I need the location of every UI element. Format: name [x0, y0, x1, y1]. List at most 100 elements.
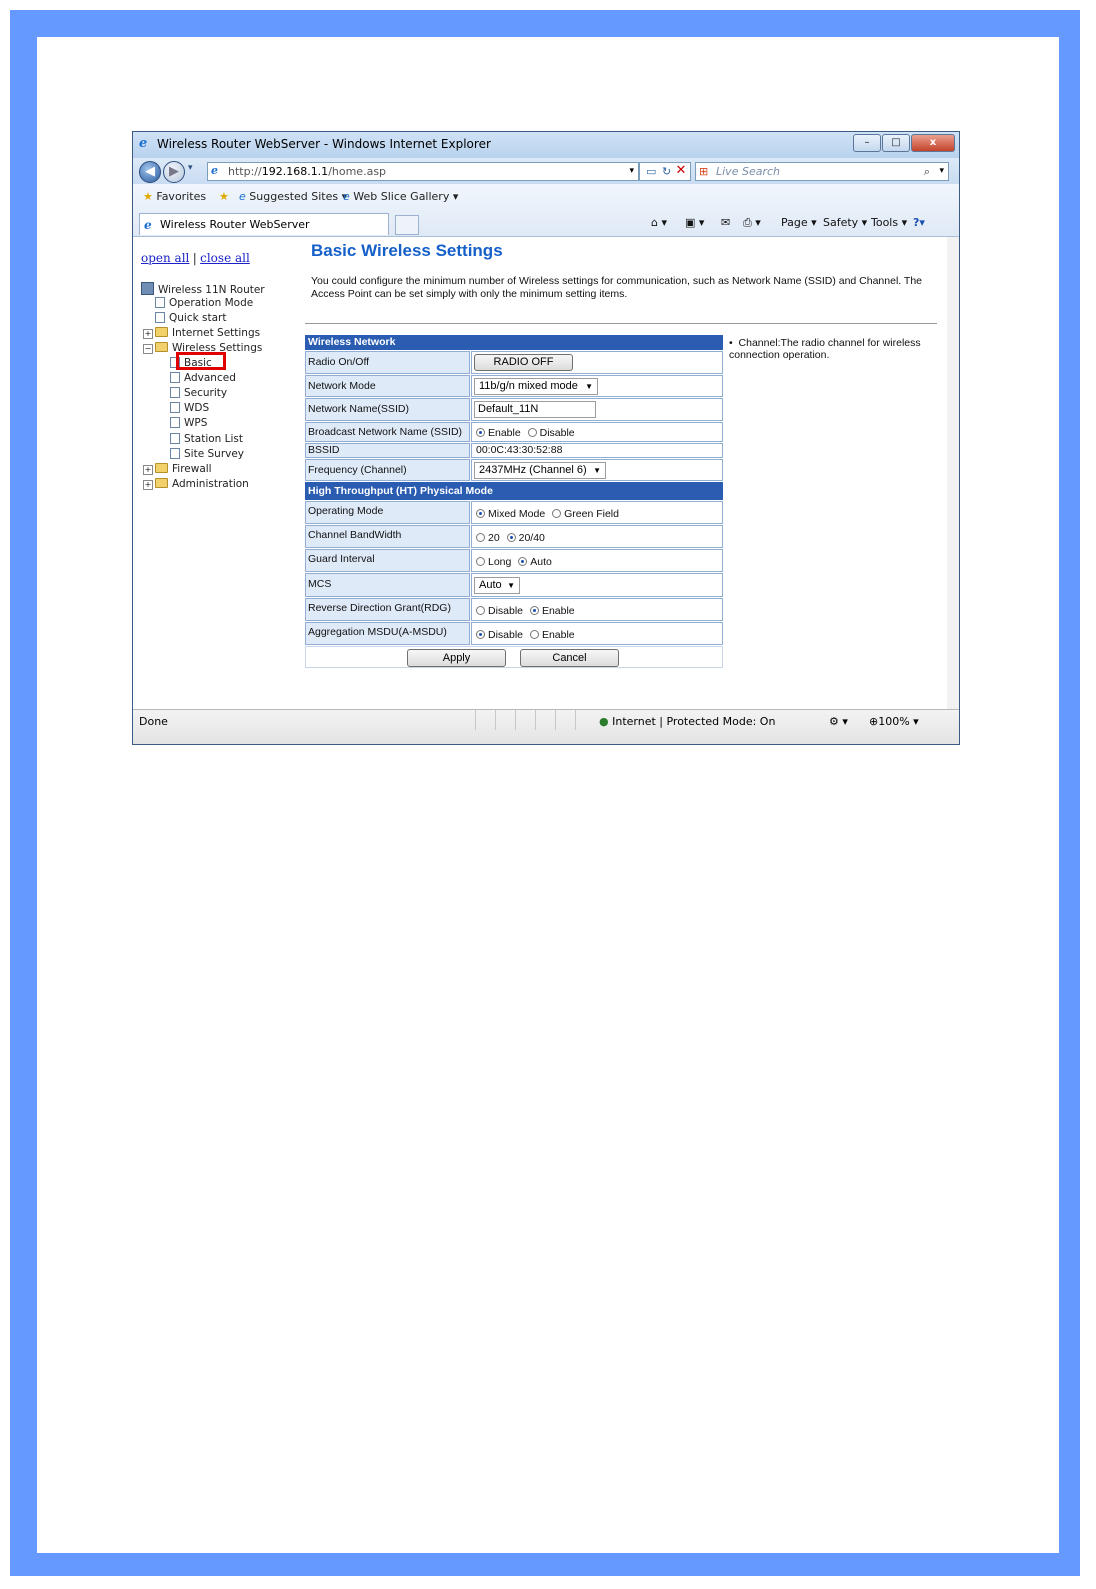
row-amsdu: Aggregation MSDU(A-MSDU) Disable Enable	[305, 622, 723, 645]
search-dropdown-icon[interactable]: ▾	[939, 163, 944, 180]
close-all-link[interactable]: close all	[200, 251, 250, 265]
tree-item-internet-settings[interactable]: + Internet Settings	[143, 327, 260, 340]
broadcast-label: Broadcast Network Name (SSID)	[305, 422, 470, 442]
compatibility-view-icon[interactable]: ▭	[646, 163, 656, 180]
tools-menu[interactable]: Tools ▾	[871, 216, 907, 229]
new-tab-button[interactable]	[395, 215, 419, 235]
expand-icon[interactable]: +	[143, 480, 153, 490]
network-mode-select[interactable]: 11b/g/n mixed mode ▼	[474, 378, 598, 395]
print-icon[interactable]: ⎙ ▾	[743, 216, 761, 230]
suggested-sites-button[interactable]: e Suggested Sites ▾	[239, 190, 347, 203]
frequency-select[interactable]: 2437MHz (Channel 6) ▼	[474, 462, 606, 479]
status-divider	[495, 710, 496, 730]
minimize-button[interactable]: –	[853, 134, 881, 152]
tree-item-administration[interactable]: + Administration	[143, 478, 249, 491]
expand-icon[interactable]: +	[143, 465, 153, 475]
zoom-level: 100%	[878, 715, 910, 728]
radio-off-button[interactable]: RADIO OFF	[474, 354, 573, 371]
protected-mode-icon[interactable]: ⚙ ▾	[829, 715, 848, 728]
maximize-button[interactable]: □	[882, 134, 910, 152]
opmode-mixed-radio[interactable]	[476, 509, 485, 518]
tree-item-wds[interactable]: WDS	[170, 402, 209, 415]
tree-item-quick-start[interactable]: Quick start	[155, 312, 226, 325]
cancel-button[interactable]: Cancel	[520, 649, 619, 667]
history-dropdown-icon[interactable]: ▾	[188, 163, 193, 173]
row-mcs: MCS Auto ▼	[305, 573, 723, 597]
tree-item-wps[interactable]: WPS	[170, 417, 207, 430]
mail-icon[interactable]: ✉	[721, 216, 730, 229]
tree-item-advanced[interactable]: Advanced	[170, 372, 236, 385]
collapse-icon[interactable]: −	[143, 344, 153, 354]
feeds-icon[interactable]: ▣ ▾	[685, 216, 704, 229]
zoom-control[interactable]: ⊕100% ▾	[869, 715, 919, 728]
help-menu[interactable]: ?▾	[913, 216, 925, 229]
mcs-select[interactable]: Auto ▼	[474, 577, 520, 594]
close-button[interactable]: x	[911, 134, 955, 152]
amsdu-enable-radio[interactable]	[529, 630, 539, 639]
gi-long-radio[interactable]	[476, 557, 485, 566]
bw-2040-radio[interactable]	[506, 533, 516, 542]
bullet-icon: •	[729, 337, 739, 349]
vertical-scrollbar[interactable]	[947, 237, 959, 709]
tree-item-firewall[interactable]: + Firewall	[143, 463, 212, 476]
window-title: Wireless Router WebServer - Windows Inte…	[157, 137, 491, 151]
back-button[interactable]: ◀	[139, 161, 161, 183]
bw-20-radio[interactable]	[476, 533, 485, 542]
chevron-down-icon: ▼	[585, 382, 593, 391]
tree-item-site-survey[interactable]: Site Survey	[170, 448, 244, 461]
row-frequency: Frequency (Channel) 2437MHz (Channel 6) ▼	[305, 459, 723, 481]
forward-button[interactable]: ▶	[163, 161, 185, 183]
tree-item-label: Operation Mode	[169, 297, 254, 309]
settings-table: Wireless Network Radio On/Off RADIO OFF …	[305, 335, 723, 668]
expand-icon[interactable]: +	[143, 329, 153, 339]
security-zone[interactable]: ● Internet | Protected Mode: On	[599, 715, 775, 728]
stop-icon[interactable]: ✕	[673, 162, 689, 179]
open-all-link[interactable]: open all	[141, 251, 189, 265]
favorites-button[interactable]: ★ Favorites	[143, 190, 206, 203]
ssid-input[interactable]: Default_11N	[474, 401, 596, 418]
broadcast-disable-radio[interactable]	[527, 428, 537, 437]
search-icon[interactable]: ⌕	[924, 163, 930, 180]
web-slice-gallery-button[interactable]: e Web Slice Gallery ▾	[343, 190, 458, 203]
row-ssid: Network Name(SSID) Default_11N	[305, 398, 723, 421]
home-icon[interactable]: ⌂ ▾	[651, 216, 667, 229]
tree-root[interactable]: Wireless 11N Router	[141, 282, 265, 297]
tree-item-label: Site Survey	[184, 448, 245, 460]
url-dropdown-icon[interactable]: ▾	[629, 163, 634, 180]
zoom-icon: ⊕	[869, 715, 879, 728]
opmode-green-radio[interactable]	[552, 509, 562, 518]
amsdu-disable-radio[interactable]	[476, 630, 485, 639]
rdg-enable-radio[interactable]	[529, 606, 539, 615]
rdg-cell: Disable Enable	[471, 598, 723, 621]
tree-item-label: Security	[184, 387, 228, 399]
row-guard-interval: Guard Interval Long Auto	[305, 549, 723, 572]
tree-item-station-list[interactable]: Station List	[170, 433, 243, 446]
section-ht-mode: High Throughput (HT) Physical Mode	[305, 482, 723, 500]
mcs-cell: Auto ▼	[471, 573, 723, 597]
main-panel: Basic Wireless Settings You could config…	[305, 237, 947, 709]
tree-item-security[interactable]: Security	[170, 387, 227, 400]
search-input[interactable]: ⊞ Live Search ⌕ ▾	[695, 162, 949, 181]
nav-tree: open all | close all Wireless 11N Router…	[141, 237, 297, 709]
rdg-disable-radio[interactable]	[476, 606, 485, 615]
status-divider	[515, 710, 516, 730]
safety-menu[interactable]: Safety ▾	[823, 216, 867, 229]
refresh-icon[interactable]: ↻	[662, 163, 671, 180]
bandwidth-label: Channel BandWidth	[305, 525, 470, 548]
gi-auto-radio[interactable]	[518, 557, 528, 566]
row-network-mode: Network Mode 11b/g/n mixed mode ▼	[305, 375, 723, 397]
radio-cell: RADIO OFF	[471, 351, 723, 374]
folder-icon	[155, 327, 168, 337]
tree-item-label: Administration	[172, 478, 249, 490]
url-input[interactable]: e http://192.168.1.1/home.asp ▾	[207, 162, 639, 181]
broadcast-enable-radio[interactable]	[476, 428, 485, 437]
apply-button[interactable]: Apply	[407, 649, 506, 667]
page-menu[interactable]: Page ▾	[781, 216, 817, 229]
add-favorite-icon[interactable]: ★	[219, 190, 229, 203]
guard-interval-label: Guard Interval	[305, 549, 470, 572]
tree-item-operation-mode[interactable]: Operation Mode	[155, 297, 253, 310]
favorites-label: Favorites	[156, 190, 207, 203]
tab-router-webserver[interactable]: e Wireless Router WebServer	[139, 213, 389, 235]
forward-arrow-icon: ▶	[169, 164, 179, 179]
tree-item-label: WDS	[184, 402, 210, 414]
